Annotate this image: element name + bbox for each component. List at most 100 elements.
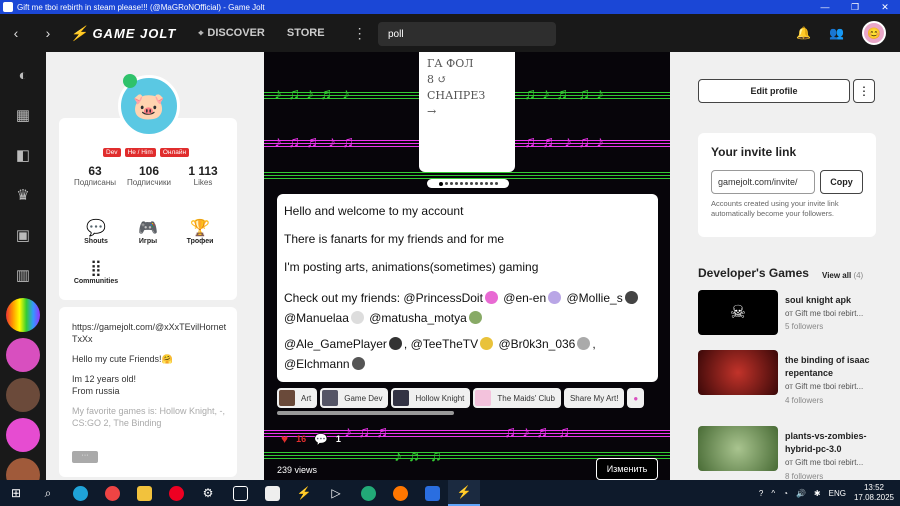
comment-icon[interactable]: 💬: [314, 433, 328, 446]
game-title[interactable]: the binding of isaac repentance: [785, 354, 895, 380]
gamejolt-logo[interactable]: ⚡ GAME JOLT: [70, 25, 176, 42]
chip-share-art[interactable]: Share My Art!: [563, 388, 625, 408]
tab-shouts[interactable]: 💬 Shouts: [71, 218, 121, 245]
community-avatar[interactable]: [6, 418, 40, 452]
tag-pronouns: He / Him: [124, 148, 156, 157]
clock[interactable]: 13:52 17.08.2025: [854, 483, 894, 503]
game-title[interactable]: plants-vs-zombies-hybrid-pc-3.0: [785, 430, 895, 456]
friends-icon[interactable]: 👥: [829, 26, 844, 40]
chip-more[interactable]: ●: [627, 388, 645, 408]
rail-trophy-icon[interactable]: ♛: [6, 178, 40, 212]
tab-label: Игры: [138, 238, 158, 245]
chevron-up-icon[interactable]: ^: [771, 489, 775, 498]
profile-avatar[interactable]: 🐷: [118, 74, 180, 137]
discover-link[interactable]: ⌖ DISCOVER: [198, 27, 265, 39]
game-item[interactable]: the binding of isaac repentance от Gift …: [698, 350, 898, 420]
more-menu-button[interactable]: ⋮: [353, 25, 367, 42]
music-notes: ♫♪♬♫♪: [524, 86, 610, 103]
chip-art[interactable]: Art: [277, 388, 318, 408]
language-indicator[interactable]: ENG: [829, 489, 846, 498]
close-button[interactable]: ✕: [870, 2, 900, 13]
mention-link[interactable]: @Elchmann: [284, 357, 350, 371]
game-item[interactable]: plants-vs-zombies-hybrid-pc-3.0 от Gift …: [698, 426, 898, 480]
mention-link[interactable]: @en-en: [503, 291, 546, 305]
rail-chat-icon[interactable]: ▣: [6, 218, 40, 252]
window-title: Gift me tboi rebirth in steam please!!! …: [17, 2, 265, 12]
copy-button[interactable]: Copy: [820, 170, 863, 194]
bio-link[interactable]: https://gamejolt.com/@xXxTEvilHornetTxXx: [72, 321, 227, 345]
bio-more-button[interactable]: ···: [72, 451, 98, 463]
firefox-icon[interactable]: [384, 480, 416, 506]
bio-fav: My favorite games is: Hollow Knight, -, …: [72, 406, 226, 428]
edit-profile-button[interactable]: Edit profile: [698, 79, 850, 103]
mention-link[interactable]: @Manuelaa: [284, 311, 349, 325]
like-icon[interactable]: ♥: [281, 432, 288, 446]
view-all-label: View all: [822, 271, 852, 280]
game-title[interactable]: soul knight apk: [785, 294, 895, 307]
forward-button[interactable]: ›: [32, 25, 64, 41]
start-icon[interactable]: ⊞: [0, 480, 32, 506]
back-button[interactable]: ‹: [0, 25, 32, 41]
invite-title: Your invite link: [711, 145, 797, 159]
minimize-button[interactable]: —: [810, 2, 840, 12]
chip-game-dev[interactable]: Game Dev: [320, 388, 389, 408]
chrome-icon[interactable]: [96, 480, 128, 506]
developer-games-title: Developer's Games: [698, 266, 809, 280]
image-carousel-dots[interactable]: [427, 179, 509, 188]
chip-maids-club[interactable]: The Maids' Club: [473, 388, 561, 408]
bio-greeting: Hello my cute Friends!🤗: [72, 354, 173, 364]
help-icon[interactable]: ?: [759, 489, 763, 498]
clock-time: 13:52: [863, 483, 884, 492]
rail-home-icon[interactable]: ◐: [6, 58, 40, 92]
gamejolt-active-icon[interactable]: ⚡: [448, 480, 480, 506]
mention-link[interactable]: @matusha_motya: [369, 311, 467, 325]
mention-link[interactable]: @Br0k3n_036: [498, 337, 575, 351]
rail-store-icon[interactable]: ▦: [6, 98, 40, 132]
gamejolt-task-icon[interactable]: ⚡: [288, 480, 320, 506]
r-app-icon[interactable]: [224, 480, 256, 506]
maximize-button[interactable]: ❐: [840, 2, 870, 13]
folder-icon[interactable]: [128, 480, 160, 506]
chips-scrollbar[interactable]: [277, 411, 454, 415]
mention-link[interactable]: @PrincessDoit: [403, 291, 483, 305]
search-input[interactable]: [378, 22, 556, 46]
view-all-link[interactable]: View all (4): [822, 271, 863, 280]
invite-link-field[interactable]: gamejolt.com/invite/: [711, 170, 815, 194]
search-icon[interactable]: ⌕: [32, 480, 64, 506]
volume-icon[interactable]: 🔊: [796, 489, 806, 498]
post-image-sketch[interactable]: ГА ФОЛ 8 ↺ СНАПРЕЗ →: [419, 52, 515, 172]
tab-communities[interactable]: ⣿ Communities: [71, 258, 121, 285]
browser-icon[interactable]: [352, 480, 384, 506]
user-avatar[interactable]: 😊: [862, 21, 886, 45]
community-avatar[interactable]: [6, 298, 40, 332]
stat-likes[interactable]: 1 113 Likes: [180, 164, 226, 187]
post-line: There is fanarts for my friends and for …: [284, 232, 505, 246]
mention-link[interactable]: @Ale_GamePlayer: [284, 337, 387, 351]
rail-backpack-icon[interactable]: ◧: [6, 138, 40, 172]
view-all-count: (4): [853, 271, 864, 280]
gamepad-icon: 🎮: [138, 220, 158, 237]
profile-menu-button[interactable]: ⋮: [853, 79, 875, 103]
rail-library-icon[interactable]: ▥: [6, 258, 40, 292]
bell-icon[interactable]: 🔔: [796, 26, 811, 40]
yandex-icon[interactable]: [160, 480, 192, 506]
bluetooth-icon[interactable]: ✱: [814, 489, 821, 498]
network-icon[interactable]: ◔: [783, 489, 788, 498]
music-notes: ♪♬♫: [394, 448, 448, 465]
tab-trophies[interactable]: 🏆 Трофеи: [175, 218, 225, 245]
store-link[interactable]: STORE: [287, 27, 325, 39]
chip-hollow-knight[interactable]: Hollow Knight: [391, 388, 471, 408]
edge-icon[interactable]: [64, 480, 96, 506]
tab-games[interactable]: 🎮 Игры: [123, 218, 173, 245]
media-icon[interactable]: ▷: [320, 480, 352, 506]
mention-link[interactable]: @Mollie_s: [567, 291, 623, 305]
community-avatar[interactable]: [6, 378, 40, 412]
settings-icon[interactable]: ⚙: [192, 480, 224, 506]
stat-following[interactable]: 63 Подписаны: [72, 164, 118, 187]
community-avatar[interactable]: [6, 338, 40, 372]
stat-followers[interactable]: 106 Подписчики: [126, 164, 172, 187]
edit-post-button[interactable]: Изменить: [596, 458, 658, 480]
mention-link[interactable]: @TeeTheTV: [411, 337, 479, 351]
file-icon[interactable]: [256, 480, 288, 506]
app-icon[interactable]: [416, 480, 448, 506]
